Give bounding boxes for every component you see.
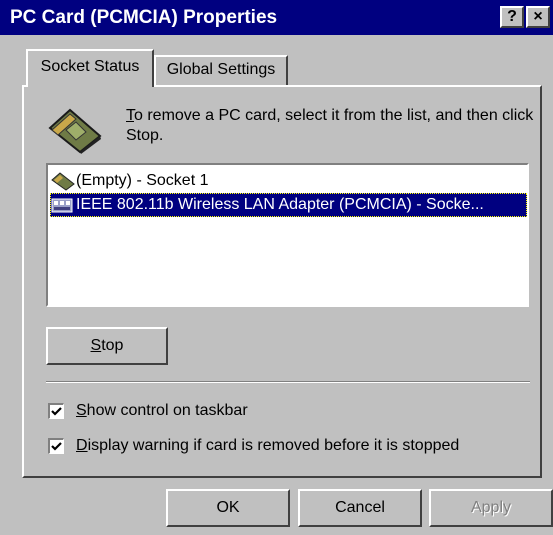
show-control-checkbox[interactable] [48,403,64,419]
show-control-checkbox-row[interactable]: Show control on taskbar [48,400,248,422]
checkbox-label: isplay warning if card is removed before… [87,437,460,454]
checkmark-icon [51,407,62,416]
tab-socket-status[interactable]: Socket Status [26,49,154,87]
help-icon: ? [507,8,517,25]
socket-listbox[interactable]: (Empty) - Socket 1 IEEE 802.11b Wireless… [46,163,529,307]
list-item-label: (Empty) - Socket 1 [76,172,209,189]
checkmark-icon [51,442,62,451]
help-button[interactable]: ? [500,6,524,28]
window-title: PC Card (PCMCIA) Properties [10,7,278,28]
cancel-button[interactable]: Cancel [298,489,422,527]
list-item[interactable]: (Empty) - Socket 1 [50,169,520,193]
tab-label: Socket Status [40,58,140,75]
mnemonic: S [90,337,102,354]
pc-card-icon [50,171,76,191]
separator [46,381,530,383]
network-card-icon [50,195,76,215]
tab-global-settings[interactable]: Global Settings [154,55,288,85]
checkbox-label: how control on taskbar [86,402,248,419]
display-warning-checkbox[interactable] [48,438,64,454]
list-item-label: IEEE 802.11b Wireless LAN Adapter (PCMCI… [76,196,484,213]
apply-button[interactable]: Apply [429,489,553,527]
stop-button[interactable]: Stop [46,327,168,365]
instruction-rest: o remove a PC card, select it from the l… [126,107,534,144]
title-bar: PC Card (PCMCIA) Properties ? × [0,0,553,35]
mnemonic: D [76,437,88,454]
display-warning-checkbox-row[interactable]: Display warning if card is removed befor… [48,435,459,457]
mnemonic: S [76,402,87,419]
close-button[interactable]: × [526,6,550,28]
ok-button[interactable]: OK [166,489,290,527]
list-item[interactable]: IEEE 802.11b Wireless LAN Adapter (PCMCI… [50,193,527,217]
instruction-text: To remove a PC card, select it from the … [126,106,536,146]
pc-card-icon [46,106,104,159]
stop-label: top [101,337,124,354]
mnemonic: T [126,107,134,124]
tab-label: Global Settings [166,61,276,78]
close-icon: × [533,8,543,25]
